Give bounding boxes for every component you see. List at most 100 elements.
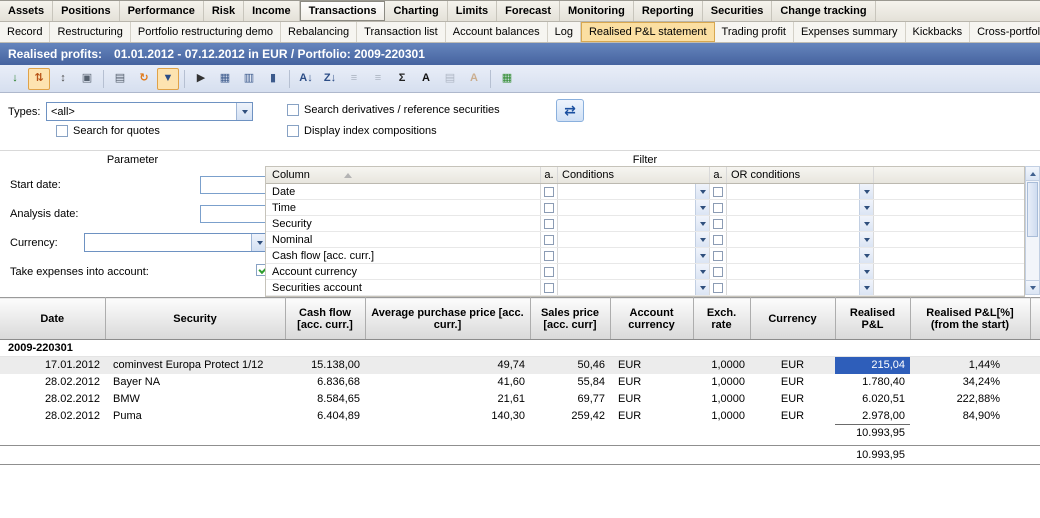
save-layout-icon[interactable]: ▣ — [76, 68, 98, 90]
tab-limits[interactable]: Limits — [448, 1, 497, 21]
subtab-rebalancing[interactable]: Rebalancing — [281, 22, 357, 42]
filter-header-conditions[interactable]: Conditions — [558, 167, 710, 183]
subtab-portfolio-restructuring-demo[interactable]: Portfolio restructuring demo — [131, 22, 281, 42]
subtab-trading-profit[interactable]: Trading profit — [715, 22, 794, 42]
filter-or-checkbox[interactable] — [713, 203, 723, 213]
filter-or-condition-select[interactable] — [727, 216, 873, 231]
portfolio-group-row[interactable]: 2009-220301 — [0, 340, 1040, 357]
filter-or-checkbox[interactable] — [713, 251, 723, 261]
filter-condition-select[interactable] — [558, 216, 709, 231]
subtab-expenses-summary[interactable]: Expenses summary — [794, 22, 906, 42]
table-row[interactable]: 28.02.2012 Bayer NA 6.836,68 41,60 55,84… — [0, 374, 1040, 391]
outline-icon[interactable]: ≡ — [343, 68, 365, 90]
filter-or-checkbox[interactable] — [713, 283, 723, 293]
filter-header-column[interactable]: Column — [266, 167, 541, 183]
group-rows-icon[interactable]: ≡ — [367, 68, 389, 90]
filter-or-condition-select[interactable] — [727, 232, 873, 247]
filter-or-condition-select[interactable] — [727, 184, 873, 199]
filter-and-checkbox[interactable] — [544, 267, 554, 277]
align-icon[interactable]: ▤ — [439, 68, 461, 90]
chevron-down-icon[interactable] — [695, 280, 709, 295]
filter-icon[interactable]: ▼ — [157, 68, 179, 90]
filter-or-checkbox[interactable] — [713, 219, 723, 229]
currency-select[interactable] — [84, 233, 268, 252]
filter-or-checkbox[interactable] — [713, 235, 723, 245]
tab-forecast[interactable]: Forecast — [497, 1, 560, 21]
sum-icon[interactable]: Σ — [391, 68, 413, 90]
chevron-down-icon[interactable] — [695, 200, 709, 215]
start-date-input[interactable] — [200, 176, 268, 194]
tab-reporting[interactable]: Reporting — [634, 1, 703, 21]
header-account-currency[interactable]: Account currency — [610, 298, 693, 340]
tab-performance[interactable]: Performance — [120, 1, 204, 21]
sort-ascending-icon[interactable]: A↓ — [295, 68, 317, 90]
chevron-down-icon[interactable] — [695, 264, 709, 279]
table-row[interactable]: 17.01.2012 cominvest Europa Protect 1/12… — [0, 357, 1040, 374]
filter-or-condition-select[interactable] — [727, 200, 873, 215]
tab-positions[interactable]: Positions — [53, 1, 120, 21]
calendar-icon[interactable]: ▥ — [238, 68, 260, 90]
header-avg-purchase-price[interactable]: Average purchase price [acc. curr.] — [365, 298, 530, 340]
filter-and-checkbox[interactable] — [544, 283, 554, 293]
subtab-restructuring[interactable]: Restructuring — [50, 22, 130, 42]
tab-securities[interactable]: Securities — [703, 1, 773, 21]
filter-condition-select[interactable] — [558, 184, 709, 199]
filter-and-checkbox[interactable] — [544, 203, 554, 213]
header-currency[interactable]: Currency — [750, 298, 835, 340]
chevron-down-icon[interactable] — [695, 184, 709, 199]
header-sales-price[interactable]: Sales price [acc. curr] — [530, 298, 610, 340]
subtab-realised-pl-statement[interactable]: Realised P&L statement — [581, 22, 715, 42]
header-realised-pl-pct[interactable]: Realised P&L[%] (from the start) — [910, 298, 1030, 340]
subtab-account-balances[interactable]: Account balances — [446, 22, 548, 42]
tab-income[interactable]: Income — [244, 1, 300, 21]
tab-change-tracking[interactable]: Change tracking — [772, 1, 875, 21]
filter-scrollbar[interactable] — [1025, 166, 1040, 295]
chevron-down-icon[interactable] — [236, 103, 252, 120]
header-exch-rate[interactable]: Exch. rate — [693, 298, 750, 340]
derivatives-checkbox[interactable] — [287, 104, 299, 116]
filter-condition-select[interactable] — [558, 264, 709, 279]
filter-header-and2[interactable]: a. — [710, 167, 727, 183]
header-date[interactable]: Date — [0, 298, 105, 340]
chevron-down-icon[interactable] — [695, 232, 709, 247]
font-icon[interactable]: A — [415, 68, 437, 90]
scrollbar-thumb[interactable] — [1027, 182, 1038, 237]
header-realised-pl[interactable]: Realised P&L — [835, 298, 910, 340]
table-view-icon[interactable]: ▦ — [214, 68, 236, 90]
sort-descending-icon[interactable]: Z↓ — [319, 68, 341, 90]
filter-and-checkbox[interactable] — [544, 251, 554, 261]
filter-and-checkbox[interactable] — [544, 187, 554, 197]
subtab-cross-portfolio[interactable]: Cross-portfolio — [970, 22, 1040, 42]
analysis-date-input[interactable] — [200, 205, 268, 223]
chevron-down-icon[interactable] — [859, 232, 873, 247]
tab-assets[interactable]: Assets — [0, 1, 53, 21]
chart-scale-icon[interactable]: ⇅ — [28, 68, 50, 90]
filter-and-checkbox[interactable] — [544, 219, 554, 229]
scroll-up-icon[interactable] — [1026, 167, 1039, 181]
chevron-down-icon[interactable] — [859, 248, 873, 263]
filter-condition-select[interactable] — [558, 232, 709, 247]
filter-condition-select[interactable] — [558, 280, 709, 295]
subtab-record[interactable]: Record — [0, 22, 50, 42]
tab-charting[interactable]: Charting — [385, 1, 447, 21]
subtab-kickbacks[interactable]: Kickbacks — [906, 22, 971, 42]
header-cash-flow[interactable]: Cash flow [acc. curr.] — [285, 298, 365, 340]
header-security[interactable]: Security — [105, 298, 285, 340]
chevron-down-icon[interactable] — [695, 216, 709, 231]
chevron-down-icon[interactable] — [859, 184, 873, 199]
types-select[interactable]: <all> — [46, 102, 253, 121]
format-icon[interactable]: A — [463, 68, 485, 90]
filter-condition-select[interactable] — [558, 200, 709, 215]
table-row[interactable]: 28.02.2012 Puma 6.404,89 140,30 259,42 E… — [0, 408, 1040, 425]
filter-and-checkbox[interactable] — [544, 235, 554, 245]
filter-or-checkbox[interactable] — [713, 267, 723, 277]
chevron-down-icon[interactable] — [695, 248, 709, 263]
filter-or-condition-select[interactable] — [727, 280, 873, 295]
tab-risk[interactable]: Risk — [204, 1, 244, 21]
export-icon[interactable]: ↓ — [4, 68, 26, 90]
index-checkbox[interactable] — [287, 125, 299, 137]
filter-or-condition-select[interactable] — [727, 264, 873, 279]
scroll-down-icon[interactable] — [1026, 280, 1039, 294]
quotes-checkbox[interactable] — [56, 125, 68, 137]
subtab-log[interactable]: Log — [548, 22, 581, 42]
